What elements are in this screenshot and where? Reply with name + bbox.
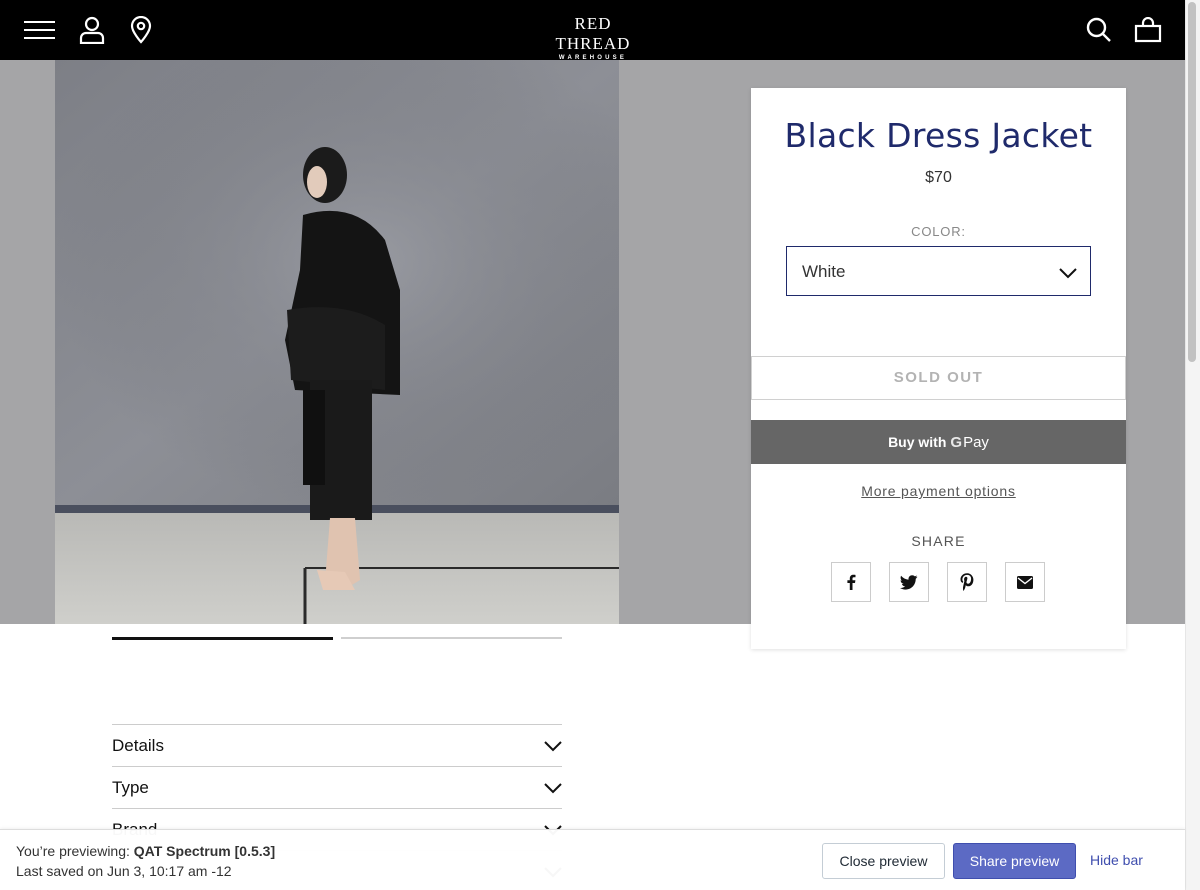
chevron-down-icon <box>1058 263 1078 281</box>
chevron-down-icon <box>544 739 562 753</box>
sold-out-button[interactable]: SOLD OUT <box>751 356 1126 400</box>
last-saved: Last saved on Jun 3, 10:17 am -12 <box>16 863 232 879</box>
product-price: $70 <box>925 169 952 186</box>
account-icon[interactable] <box>76 14 108 46</box>
search-icon[interactable] <box>1083 14 1115 46</box>
gpay-pay-text: Pay <box>963 433 989 451</box>
page: RED THREAD WAREHOUSE Black Dress Jacket … <box>0 0 1200 890</box>
gallery-progress-inactive[interactable] <box>341 637 562 639</box>
site-header: RED THREAD WAREHOUSE <box>0 0 1185 61</box>
product-image[interactable] <box>55 60 619 624</box>
color-select[interactable]: White <box>786 246 1091 296</box>
preview-status: You’re previewing: QAT Spectrum [0.5.3] <box>16 843 275 859</box>
pinterest-icon[interactable] <box>947 562 987 602</box>
scrollbar-thumb[interactable] <box>1188 2 1196 362</box>
accordion-details[interactable]: Details <box>112 724 562 766</box>
email-icon[interactable] <box>1005 562 1045 602</box>
share-preview-button[interactable]: Share preview <box>953 843 1076 879</box>
accordion-label: Type <box>112 778 149 797</box>
preview-bar: You’re previewing: QAT Spectrum [0.5.3] … <box>0 829 1185 890</box>
gpay-label: Buy with <box>888 434 947 450</box>
chevron-down-icon <box>544 781 562 795</box>
google-g-icon: G <box>950 433 963 451</box>
more-payment-options-link[interactable]: More payment options <box>751 483 1126 499</box>
theme-name: QAT Spectrum [0.5.3] <box>133 843 276 859</box>
facebook-icon[interactable] <box>831 562 871 602</box>
menu-icon[interactable] <box>24 14 56 46</box>
twitter-icon[interactable] <box>889 562 929 602</box>
share-label: SHARE <box>911 533 966 549</box>
color-label: COLOR: <box>911 224 966 239</box>
product-title: Black Dress Jacket <box>784 116 1093 155</box>
cart-icon[interactable] <box>1132 14 1164 46</box>
location-icon[interactable] <box>125 14 157 46</box>
product-card: Black Dress Jacket $70 COLOR: White SOLD… <box>751 88 1126 649</box>
accordion-label: Details <box>112 736 164 755</box>
logo-text: RED THREAD <box>555 14 631 53</box>
google-pay-button[interactable]: Buy with G Pay <box>751 420 1126 464</box>
preview-prefix: You’re previewing: <box>16 843 134 859</box>
gallery-progress-active[interactable] <box>112 637 333 640</box>
accordion-type[interactable]: Type <box>112 766 562 808</box>
hide-bar-link[interactable]: Hide bar <box>1090 852 1143 868</box>
color-select-value: White <box>802 262 846 281</box>
site-logo[interactable]: RED THREAD WAREHOUSE <box>536 14 650 61</box>
close-preview-button[interactable]: Close preview <box>822 843 945 879</box>
